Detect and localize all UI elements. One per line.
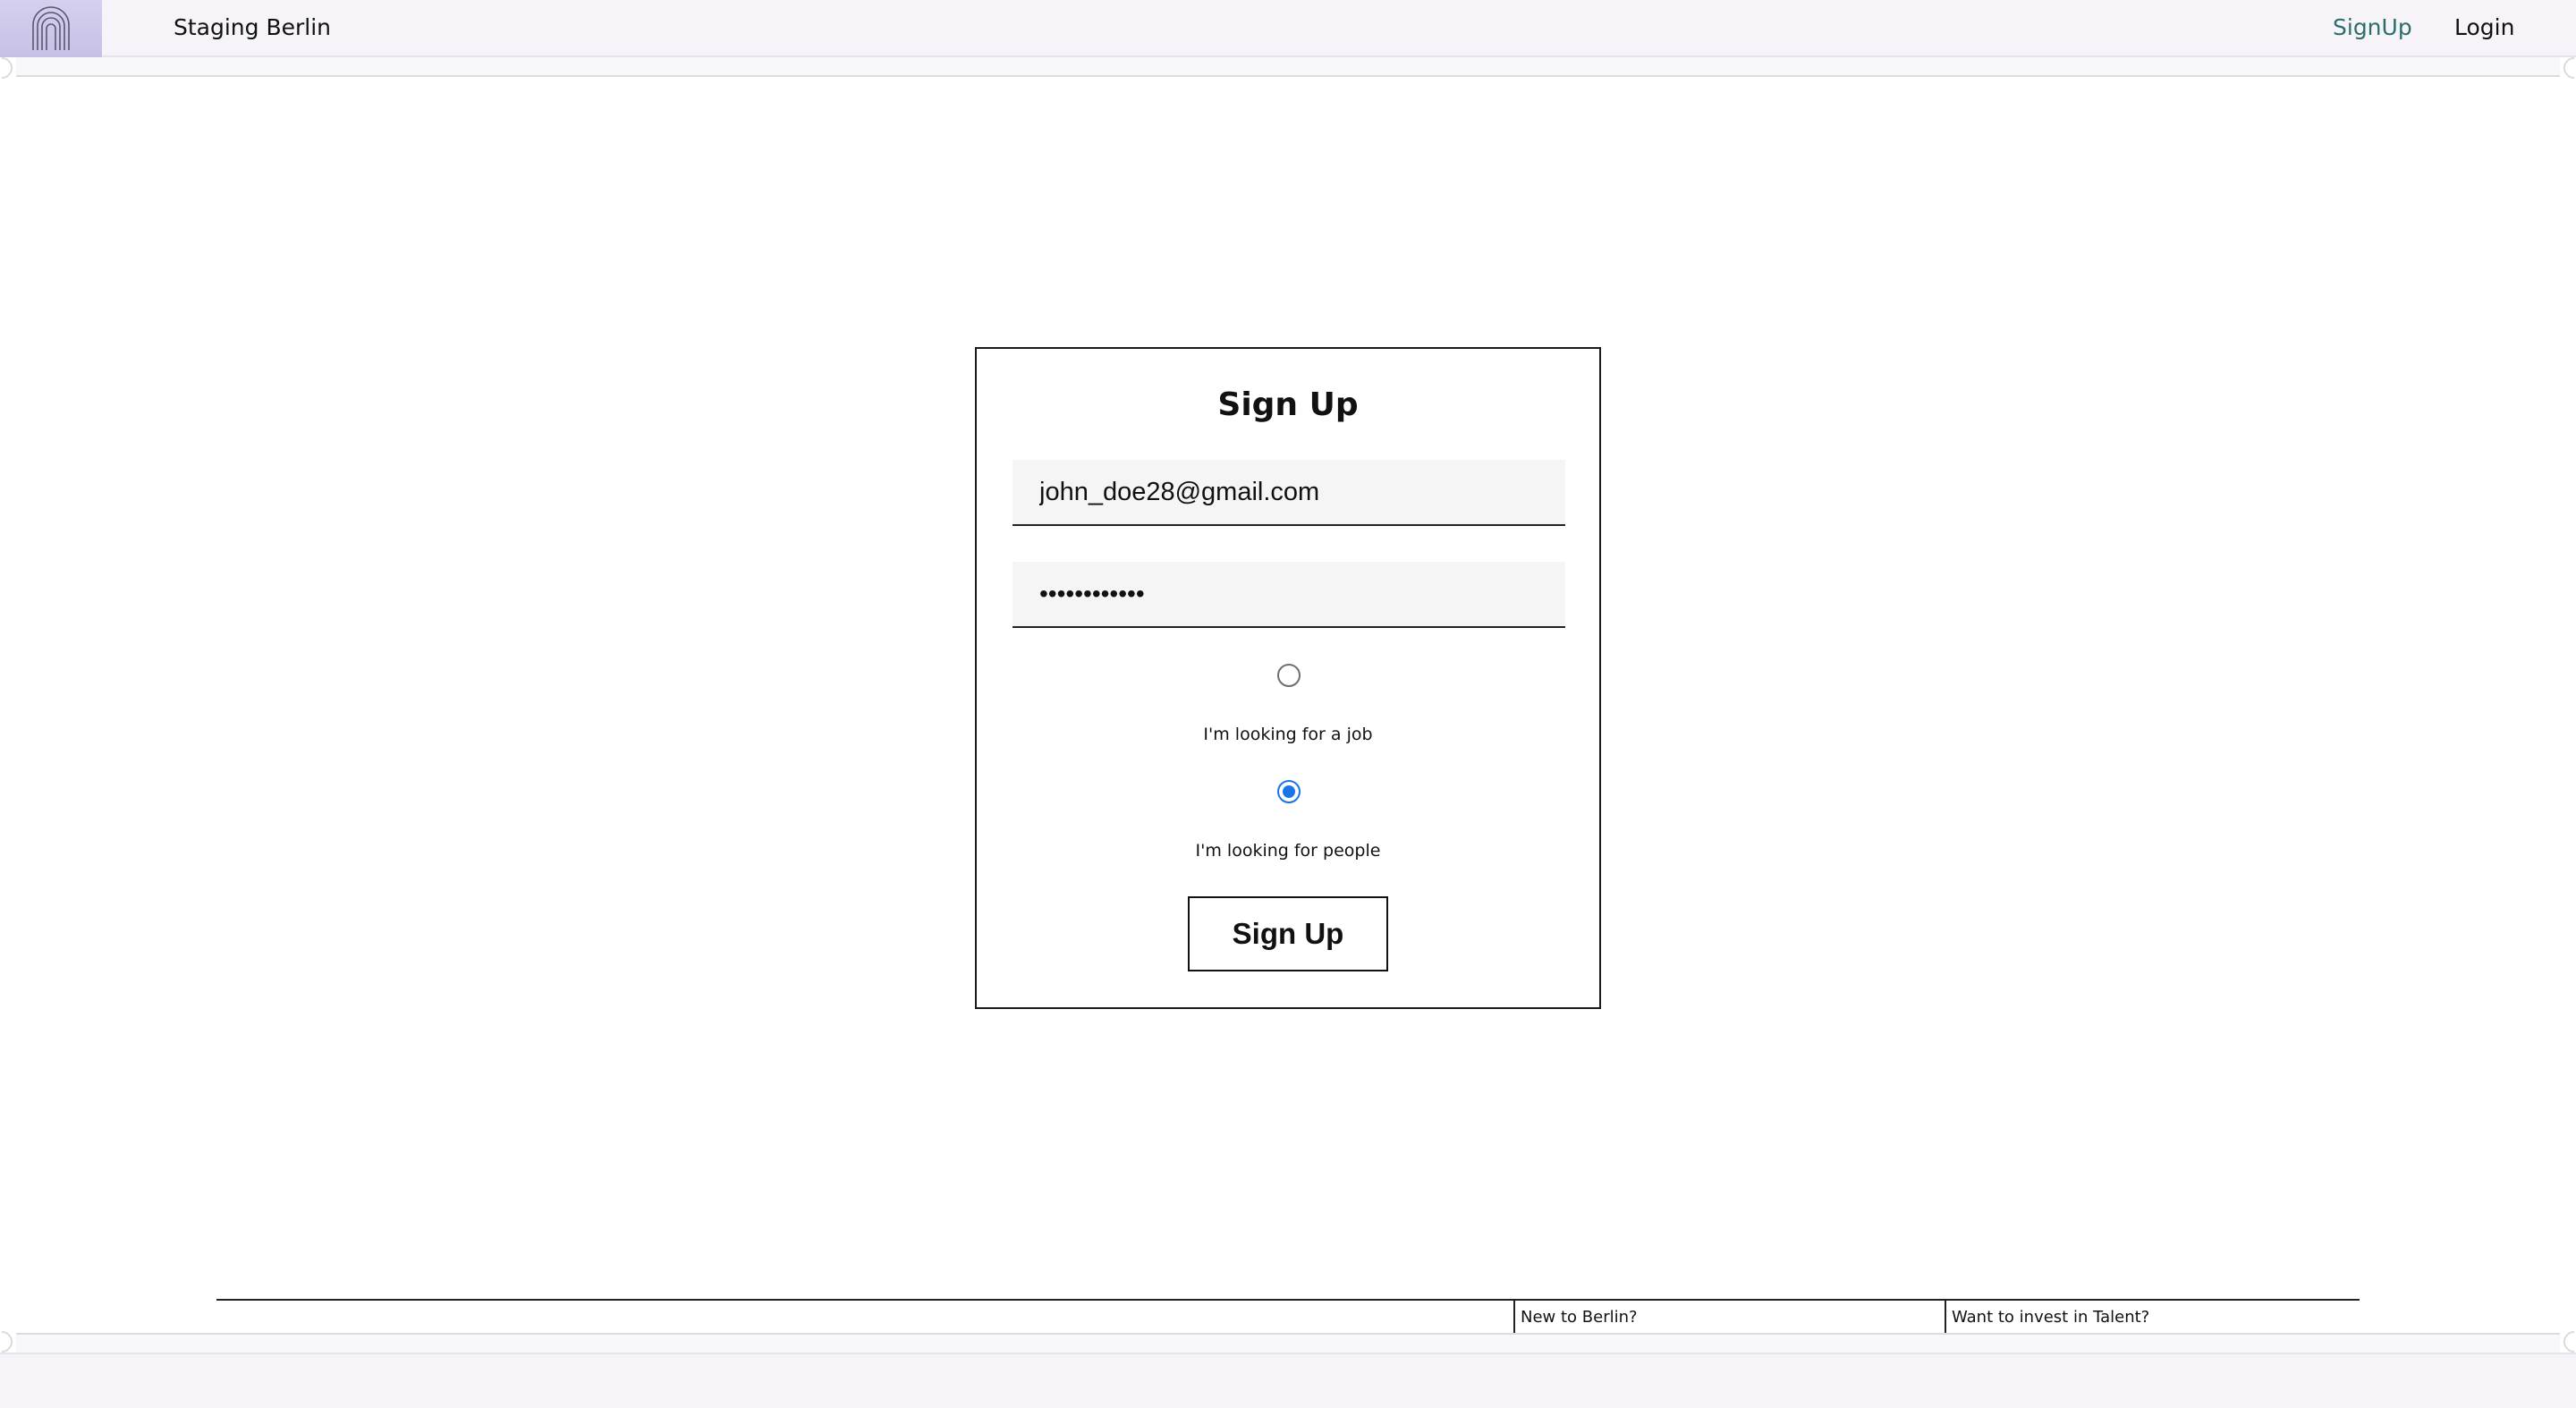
radio-label-job: I'm looking for a job [1203, 725, 1373, 744]
radio-looking-for-people[interactable] [1277, 780, 1301, 803]
footer-corner-right [2563, 1331, 2574, 1353]
footer-link-new-to-berlin[interactable]: New to Berlin? [1521, 1308, 1638, 1327]
footer-shelf [16, 1333, 2560, 1353]
signup-card: Sign Up I'm looking for a job I'm lookin… [975, 347, 1601, 1009]
footer-link-invest-in-talent[interactable]: Want to invest in Talent? [1952, 1308, 2149, 1327]
arched-doorway-logo-icon [32, 6, 70, 50]
footer-column-divider [1945, 1299, 1946, 1333]
nav-login-link[interactable]: Login [2454, 14, 2514, 40]
footer-corner-left [2, 1331, 13, 1353]
brand-name[interactable]: Staging Berlin [174, 14, 331, 40]
footer-column-divider [1513, 1299, 1515, 1333]
footer-divider-line [216, 1299, 2360, 1301]
radio-looking-for-job[interactable] [1277, 664, 1301, 687]
password-field[interactable] [1013, 562, 1565, 628]
signup-submit-button[interactable]: Sign Up [1188, 896, 1388, 971]
footer-bar [0, 1353, 2576, 1408]
header-corner-right [2563, 57, 2574, 79]
email-field[interactable] [1013, 460, 1565, 526]
header-corner-left [2, 57, 13, 79]
top-navigation-bar: Staging Berlin SignUp Login [0, 0, 2576, 57]
signup-title: Sign Up [1217, 386, 1359, 423]
logo[interactable] [0, 0, 102, 57]
radio-label-people: I'm looking for people [1195, 841, 1381, 861]
header-shelf [16, 57, 2560, 77]
nav-signup-link[interactable]: SignUp [2333, 14, 2412, 40]
